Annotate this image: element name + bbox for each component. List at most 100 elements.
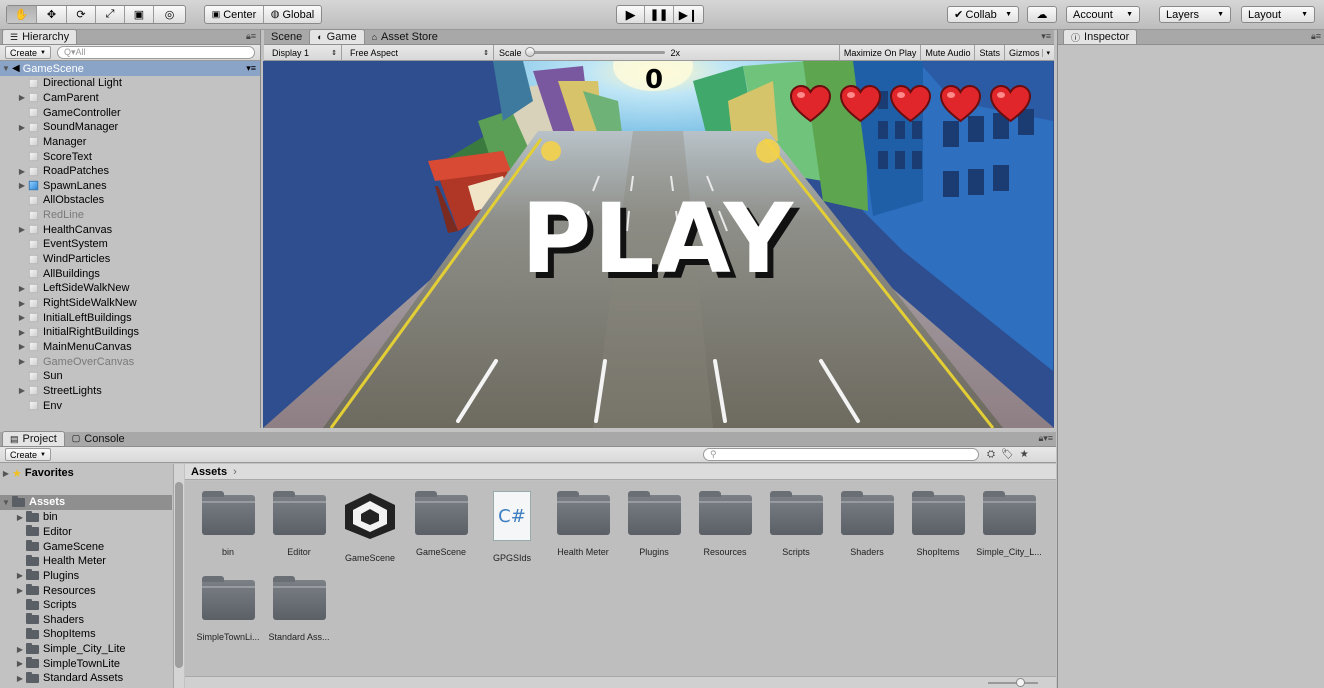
asset-item[interactable]: Shaders	[832, 489, 902, 569]
play-button[interactable]: ▶	[617, 6, 646, 23]
asset-folder-row[interactable]: ▶ Plugins	[0, 569, 172, 584]
tab-inspector[interactable]: ⓘ Inspector	[1063, 29, 1138, 44]
asset-item[interactable]: Standard Ass...	[264, 574, 334, 654]
hand-tool-button[interactable]: ✋	[7, 6, 37, 23]
asset-folder-row[interactable]: ShopItems	[0, 627, 172, 642]
hierarchy-item[interactable]: ▶ SpawnLanes	[0, 179, 260, 194]
collapsed-arrow-icon[interactable]: ▶	[16, 328, 28, 337]
hierarchy-item[interactable]: ScoreText	[0, 149, 260, 164]
collab-dropdown[interactable]: ✔ Collab ▼	[947, 6, 1019, 23]
hierarchy-item[interactable]: EventSystem	[0, 237, 260, 252]
asset-item[interactable]: Resources	[690, 489, 760, 569]
rect-tool-button[interactable]: ▣	[125, 6, 154, 23]
layers-dropdown[interactable]: Layers ▼	[1159, 6, 1231, 23]
scene-header[interactable]: ▼ ◀ GameScene ▾≡	[0, 61, 260, 76]
game-viewport[interactable]: 0 PLAY	[263, 61, 1054, 428]
panel-lock-icon[interactable]: 🔒︎≡	[246, 31, 256, 42]
asset-item[interactable]: C# GPGSIds	[477, 489, 547, 569]
hierarchy-item[interactable]: ▶ LeftSideWalkNew	[0, 281, 260, 296]
hierarchy-item[interactable]: RedLine	[0, 208, 260, 223]
hierarchy-item[interactable]: Sun	[0, 369, 260, 384]
collapsed-arrow-icon[interactable]: ▶	[14, 645, 26, 654]
asset-folder-row[interactable]: Editor	[0, 525, 172, 540]
asset-folder-row[interactable]: ▶ SimpleTownLite	[0, 657, 172, 672]
hierarchy-item[interactable]: ▶ RoadPatches	[0, 164, 260, 179]
scale-slider-thumb[interactable]	[524, 47, 535, 57]
collapsed-arrow-icon[interactable]: ▶	[16, 342, 28, 351]
tab-hierarchy[interactable]: ☰ Hierarchy	[2, 29, 78, 44]
move-tool-button[interactable]: ✥	[37, 6, 67, 23]
favorites-row[interactable]: ▶ ★ Favorites	[0, 466, 172, 481]
asset-folder-row[interactable]: ▶ Simple_City_Lite	[0, 642, 172, 657]
breadcrumb-assets[interactable]: Assets	[191, 466, 227, 478]
scene-menu-icon[interactable]: ▾≡	[246, 63, 256, 74]
mute-audio-toggle[interactable]: Mute Audio	[920, 44, 974, 61]
collapsed-arrow-icon[interactable]: ▶	[16, 357, 28, 366]
collapsed-arrow-icon[interactable]: ▶	[14, 513, 26, 522]
pause-button[interactable]: ❚❚	[645, 6, 674, 23]
layout-dropdown[interactable]: Layout ▼	[1241, 6, 1315, 23]
filter-by-label-icon[interactable]: 🏷︎	[1001, 449, 1014, 460]
icon-size-slider[interactable]	[988, 678, 1038, 687]
hierarchy-item[interactable]: ▶ GameOverCanvas	[0, 354, 260, 369]
asset-item[interactable]: bin	[193, 489, 263, 569]
cloud-button[interactable]: ☁	[1027, 6, 1057, 23]
favorite-star-icon[interactable]: ★	[1020, 449, 1029, 460]
pivot-center-button[interactable]: ▣ Center	[205, 6, 264, 23]
project-create-button[interactable]: Create ▼	[5, 448, 51, 461]
maximize-on-play-toggle[interactable]: Maximize On Play	[838, 44, 921, 61]
tab-scene[interactable]: Scene	[264, 29, 309, 44]
asset-folder-row[interactable]: Shaders	[0, 613, 172, 628]
icon-size-thumb[interactable]	[1016, 678, 1025, 687]
hierarchy-item[interactable]: ▶ CamParent	[0, 91, 260, 106]
hierarchy-create-button[interactable]: Create ▼	[5, 46, 51, 59]
step-button[interactable]: ▶❙	[674, 6, 703, 23]
hierarchy-item[interactable]: AllObstacles	[0, 193, 260, 208]
play-title[interactable]: PLAY	[521, 191, 795, 287]
collapsed-arrow-icon[interactable]: ▶	[16, 167, 28, 176]
collapsed-arrow-icon[interactable]: ▶	[14, 586, 26, 595]
tab-project[interactable]: ▤ Project	[2, 431, 65, 446]
asset-item[interactable]: Plugins	[619, 489, 689, 569]
hierarchy-item[interactable]: ▶ HealthCanvas	[0, 223, 260, 238]
filter-by-type-icon[interactable]: ⛭	[987, 449, 995, 460]
scale-tool-button[interactable]: ⤢	[96, 6, 125, 23]
asset-folder-row[interactable]: Health Meter	[0, 554, 172, 569]
panel-lock-icon[interactable]: 🔒︎≡	[1311, 31, 1321, 42]
asset-item[interactable]: SimpleTownLi...	[193, 574, 263, 654]
collapsed-arrow-icon[interactable]: ▶	[16, 123, 28, 132]
hierarchy-item[interactable]: Manager	[0, 135, 260, 150]
hierarchy-item[interactable]: WindParticles	[0, 252, 260, 267]
transform-tool-button[interactable]: ◎	[154, 6, 185, 23]
expanded-arrow-icon[interactable]: ▼	[0, 498, 12, 507]
asset-folder-row[interactable]: ▶ bin	[0, 510, 172, 525]
asset-item[interactable]: Health Meter	[548, 489, 618, 569]
hierarchy-item[interactable]: AllBuildings	[0, 266, 260, 281]
pivot-global-button[interactable]: ◍ Global	[264, 6, 321, 23]
rotate-tool-button[interactable]: ⟳	[67, 6, 96, 23]
tree-scrollbar[interactable]	[173, 464, 184, 688]
asset-folder-row[interactable]: ▶ Resources	[0, 583, 172, 598]
collapsed-arrow-icon[interactable]: ▶	[0, 469, 12, 478]
asset-item[interactable]: GameScene	[406, 489, 476, 569]
collapsed-arrow-icon[interactable]: ▶	[16, 93, 28, 102]
tab-game[interactable]: ◐ Game	[309, 29, 365, 44]
asset-folder-row[interactable]: ▶ Standard Assets	[0, 671, 172, 686]
account-dropdown[interactable]: Account ▼	[1066, 6, 1140, 23]
collapsed-arrow-icon[interactable]: ▶	[16, 299, 28, 308]
gizmos-dropdown[interactable]: Gizmos ▾	[1003, 44, 1054, 61]
collapsed-arrow-icon[interactable]: ▶	[14, 674, 26, 683]
hierarchy-item[interactable]: Env	[0, 398, 260, 413]
asset-item[interactable]: Scripts	[761, 489, 831, 569]
hierarchy-item[interactable]: ▶ StreetLights	[0, 384, 260, 399]
collapsed-arrow-icon[interactable]: ▶	[16, 181, 28, 190]
asset-folder-row[interactable]: Scripts	[0, 598, 172, 613]
collapsed-arrow-icon[interactable]: ▶	[16, 386, 28, 395]
hierarchy-item[interactable]: ▶ MainMenuCanvas	[0, 340, 260, 355]
collapsed-arrow-icon[interactable]: ▶	[16, 225, 28, 234]
asset-item[interactable]: Editor	[264, 489, 334, 569]
panel-lock-icon[interactable]: 🔒︎▾≡	[1038, 433, 1053, 444]
hierarchy-item[interactable]: ▶ RightSideWalkNew	[0, 296, 260, 311]
collapsed-arrow-icon[interactable]: ▶	[16, 313, 28, 322]
hierarchy-item[interactable]: ▶ SoundManager	[0, 120, 260, 135]
